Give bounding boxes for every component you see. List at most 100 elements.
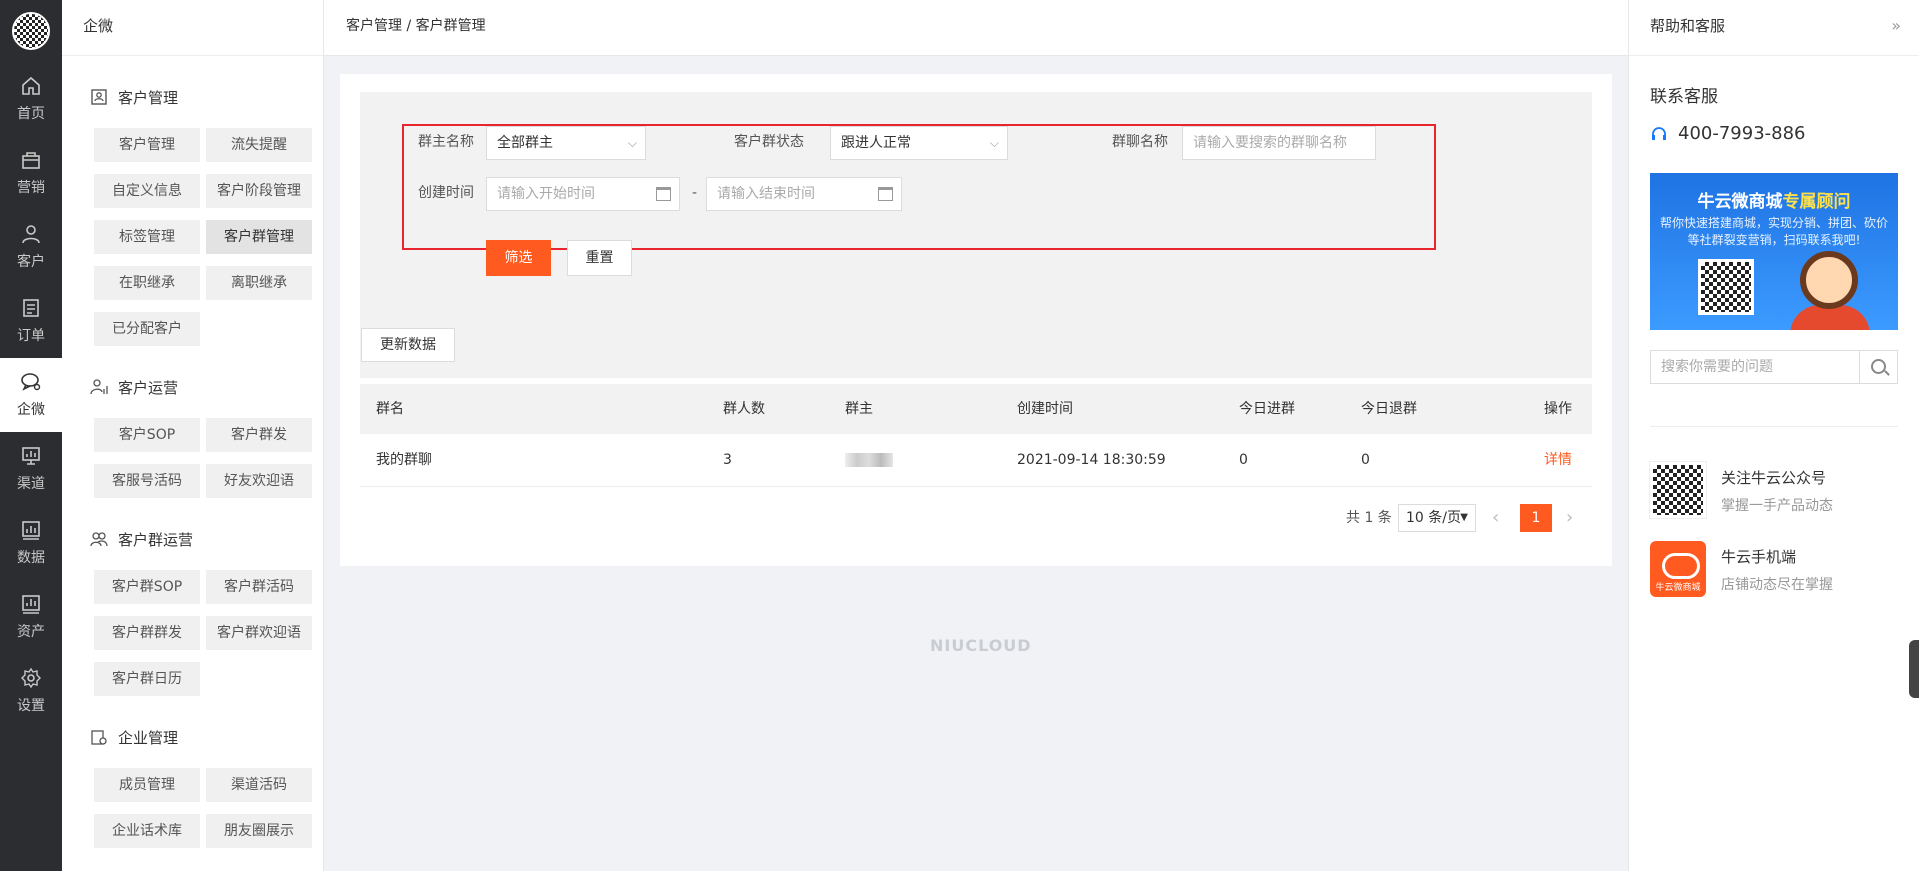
reset-button[interactable]: 重置	[567, 240, 632, 276]
member-count-cell: 3	[723, 452, 732, 468]
menu-group-enterprise: 企业管理 成员管理 渠道活码 企业话术库 朋友圈展示	[62, 726, 323, 848]
menu-item-moments-display[interactable]: 朋友圈展示	[206, 814, 312, 848]
caret-down-icon: ▼	[1460, 512, 1468, 523]
rail-item-order[interactable]: 订单	[0, 284, 62, 358]
menu-group-title: 客户群运营	[118, 530, 194, 549]
rail-item-data[interactable]: 数据	[0, 506, 62, 580]
main-nav-rail: 首页 营销 客户 订单 企微 渠道 数据 资产 设置	[0, 0, 62, 871]
collapse-icon[interactable]: »	[1891, 0, 1901, 52]
next-page-button[interactable]: ›	[1566, 504, 1573, 532]
headset-icon	[1652, 126, 1666, 140]
rail-item-wecom[interactable]: 企微	[0, 358, 62, 432]
rail-item-customer[interactable]: 客户	[0, 210, 62, 284]
page-size-select[interactable]: 10 条/页 ▼	[1398, 504, 1476, 532]
menu-item-member-management[interactable]: 成员管理	[94, 768, 200, 802]
search-icon[interactable]	[1859, 351, 1897, 383]
detail-link[interactable]: 详情	[1544, 434, 1572, 487]
refresh-data-button[interactable]: 更新数据	[361, 328, 455, 362]
menu-item-customer-stage[interactable]: 客户阶段管理	[206, 174, 312, 208]
owner-select[interactable]: 全部群主 ⌵	[486, 126, 646, 160]
asset-icon	[22, 595, 40, 614]
niucloud-watermark: NIUCLOUD	[930, 636, 1032, 655]
help-panel: 帮助和客服 » 联系客服 400-7993-886 牛云微商城专属顾问 帮你快速…	[1628, 0, 1919, 871]
menu-group-customer-operation: 客户运营 客户SOP 客户群发 客服号活码 好友欢迎语	[62, 376, 323, 498]
status-select[interactable]: 跟进人正常 ⌵	[830, 126, 1008, 160]
sub-menu: 企微 客户管理 客户管理 流失提醒 自定义信息 客户阶段管理 标签管理 客户群管…	[62, 0, 324, 871]
official-account-qrcode	[1649, 461, 1707, 519]
menu-item-customer-management[interactable]: 客户管理	[94, 128, 200, 162]
menu-item-custom-info[interactable]: 自定义信息	[94, 174, 200, 208]
group-name-label: 群聊名称	[1112, 134, 1168, 150]
owner-cell	[845, 434, 893, 487]
menu-item-group-sop[interactable]: 客户群SOP	[94, 570, 200, 604]
menu-item-group-broadcast[interactable]: 客户群群发	[94, 616, 200, 650]
column-header: 创建时间	[1017, 401, 1073, 417]
bag-icon	[22, 152, 40, 169]
menu-item-group-calendar[interactable]: 客户群日历	[94, 662, 200, 696]
menu-item-group-management[interactable]: 客户群管理	[206, 220, 312, 254]
menu-group-title: 客户管理	[118, 88, 179, 107]
owner-label: 群主名称	[418, 134, 474, 150]
menu-item-customer-broadcast[interactable]: 客户群发	[206, 418, 312, 452]
menu-item-group-welcome[interactable]: 客户群欢迎语	[206, 616, 312, 650]
support-phone: 400-7993-886	[1650, 123, 1806, 144]
menu-item-service-qrcode[interactable]: 客服号活码	[94, 464, 200, 498]
group-name-input[interactable]: 请输入要搜索的群聊名称	[1182, 126, 1376, 160]
group-icon	[90, 532, 108, 547]
menu-item-assigned-customers[interactable]: 已分配客户	[94, 312, 200, 346]
page-1-button[interactable]: 1	[1520, 504, 1552, 532]
column-header: 今日进群	[1239, 401, 1295, 417]
follow-official-account[interactable]: 关注牛云公众号 掌握一手产品动态	[1649, 461, 1898, 520]
rail-item-settings[interactable]: 设置	[0, 654, 62, 728]
created-time-cell: 2021-09-14 18:30:59	[1017, 452, 1166, 468]
person-chart-icon	[90, 379, 108, 395]
help-search-input[interactable]: 搜索你需要的问题	[1650, 350, 1898, 384]
menu-item-friend-welcome[interactable]: 好友欢迎语	[206, 464, 312, 498]
status-label: 客户群状态	[734, 134, 804, 150]
calendar-icon	[656, 187, 671, 201]
menu-group-title: 企业管理	[118, 728, 179, 747]
create-time-label: 创建时间	[418, 185, 474, 201]
chevron-down-icon: ⌵	[989, 136, 999, 150]
banner-title: 牛云微商城专属顾问	[1697, 192, 1851, 212]
menu-item-group-qrcode[interactable]: 客户群活码	[206, 570, 312, 604]
advisor-banner[interactable]: 牛云微商城专属顾问 帮你快速搭建商城，实现分销、拼团、砍价等社群裂变营销，扫码联…	[1650, 173, 1898, 330]
menu-group-group-operation: 客户群运营 客户群SOP 客户群活码 客户群群发 客户群欢迎语 客户群日历	[62, 528, 323, 696]
menu-item-churn-alert[interactable]: 流失提醒	[206, 128, 312, 162]
menu-item-resign-inherit[interactable]: 离职继承	[206, 266, 312, 300]
end-time-input[interactable]: 请输入结束时间	[706, 177, 902, 211]
contact-card-icon	[91, 89, 107, 105]
user-icon	[22, 225, 40, 244]
contact-title: 联系客服	[1650, 87, 1718, 107]
floating-side-tab[interactable]	[1909, 640, 1919, 698]
joined-today-cell: 0	[1239, 452, 1248, 468]
chevron-down-icon: ⌵	[627, 136, 637, 150]
table-header: 群名 群人数 群主 创建时间 今日进群 今日退群 操作	[360, 384, 1592, 434]
banner-qrcode	[1698, 259, 1754, 315]
menu-item-onjob-inherit[interactable]: 在职继承	[94, 266, 200, 300]
app-logo[interactable]	[0, 0, 62, 62]
rail-item-asset[interactable]: 资产	[0, 580, 62, 654]
blurred-owner-name	[845, 453, 893, 467]
home-icon	[22, 76, 40, 95]
mobile-app[interactable]: 牛云微商城 牛云手机端 店铺动态尽在掌握	[1650, 541, 1898, 599]
rail-item-home[interactable]: 首页	[0, 62, 62, 136]
group-name-cell: 我的群聊	[376, 452, 432, 468]
mobile-app-icon: 牛云微商城	[1650, 541, 1706, 597]
sub-menu-title: 企微	[62, 0, 323, 56]
main-content-card: 群主名称 全部群主 ⌵ 客户群状态 跟进人正常 ⌵ 群聊名称 请输入要搜索的群聊…	[340, 74, 1612, 566]
divider	[1650, 426, 1898, 427]
rail-item-channel[interactable]: 渠道	[0, 432, 62, 506]
channel-icon	[22, 447, 40, 465]
menu-item-script-library[interactable]: 企业话术库	[94, 814, 200, 848]
rail-item-marketing[interactable]: 营销	[0, 136, 62, 210]
menu-item-channel-qrcode[interactable]: 渠道活码	[206, 768, 312, 802]
prev-page-button[interactable]: ‹	[1492, 504, 1499, 532]
help-panel-title: 帮助和客服	[1650, 17, 1726, 35]
filter-button[interactable]: 筛选	[486, 240, 551, 276]
start-time-input[interactable]: 请输入开始时间	[486, 177, 680, 211]
menu-item-customer-sop[interactable]: 客户SOP	[94, 418, 200, 452]
menu-item-tag-management[interactable]: 标签管理	[94, 220, 200, 254]
banner-description: 帮你快速搭建商城，实现分销、拼团、砍价等社群裂变营销，扫码联系我吧!	[1660, 216, 1889, 247]
table-row: 我的群聊 3 2021-09-14 18:30:59 0 0 详情	[360, 434, 1592, 487]
